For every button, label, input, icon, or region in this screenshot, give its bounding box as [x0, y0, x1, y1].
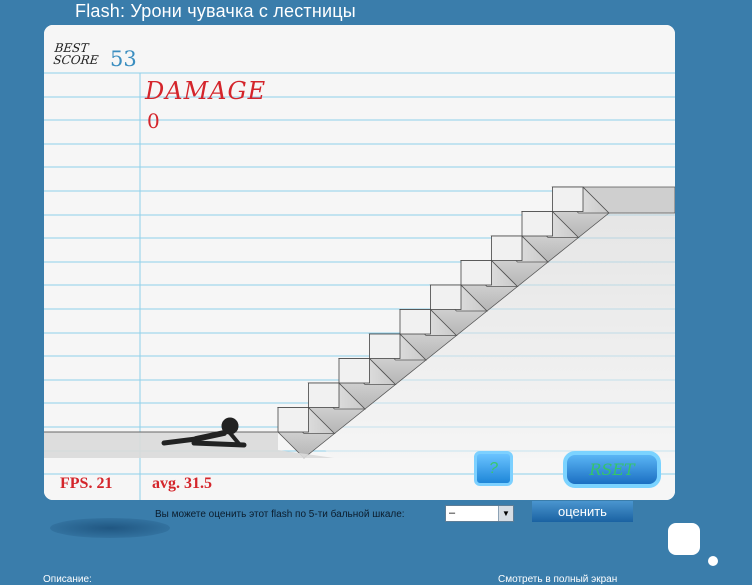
- stair-face: [338, 358, 370, 384]
- damage-label: DAMAGE: [145, 77, 267, 105]
- rating-select-value: –: [449, 507, 456, 519]
- game-scene: [44, 25, 675, 500]
- stair-face: [399, 309, 431, 335]
- description-link[interactable]: Описание:: [43, 574, 92, 585]
- stair-face: [369, 333, 401, 359]
- damage-value: 0: [147, 109, 160, 133]
- stair-face: [430, 284, 462, 310]
- page-title: Flash: Урони чувачка с лестницы: [75, 1, 356, 21]
- stair-face: [521, 211, 553, 237]
- stair-face: [308, 382, 340, 408]
- stair-face: [552, 186, 584, 212]
- stair-face: [277, 407, 309, 433]
- best-score-label: BEST SCORE: [52, 41, 101, 67]
- rating-label: Вы можете оценить этот flash по 5-ти бал…: [155, 509, 405, 520]
- fullscreen-link[interactable]: Смотреть в полный экран: [498, 574, 617, 585]
- chevron-down-icon[interactable]: ▼: [498, 506, 513, 521]
- chat-bubble-dot-icon: [708, 556, 718, 566]
- stair-face: [491, 235, 523, 261]
- stair-face: [460, 260, 492, 286]
- help-button[interactable]: ?: [474, 451, 513, 486]
- best-label-line2: SCORE: [52, 53, 100, 67]
- rating-select[interactable]: – ▼: [445, 505, 514, 522]
- game-canvas[interactable]: BEST SCORE 53 DAMAGE 0 FPS. 21 avg. 31.5…: [44, 25, 675, 500]
- chat-bubble-icon: [668, 523, 700, 555]
- decorative-shadow: [50, 518, 170, 538]
- best-score-value: 53: [110, 47, 137, 71]
- fps-readout: FPS. 21: [60, 475, 113, 492]
- rate-button[interactable]: оценить: [532, 501, 633, 522]
- avg-fps-readout: avg. 31.5: [152, 475, 212, 492]
- reset-button[interactable]: RSET: [563, 451, 661, 488]
